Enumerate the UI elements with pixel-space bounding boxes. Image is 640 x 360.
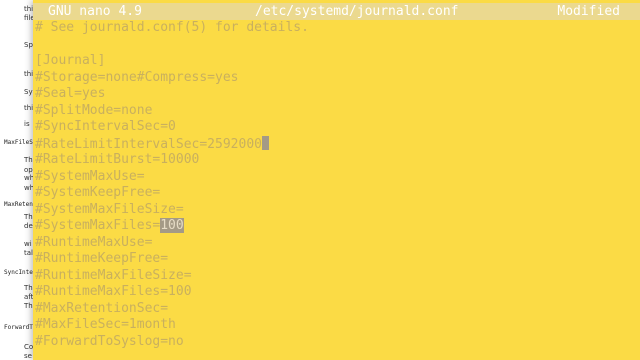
editor-line-text: #SystemMaxFiles= <box>35 218 161 233</box>
manpage-line: Th <box>24 213 33 221</box>
editor-line: #SyncIntervalSec=0 <box>33 119 640 136</box>
editor-line: #ForwardToSyslog=no <box>33 334 640 351</box>
editor-line: #Seal=yes <box>33 86 640 103</box>
editor-line: #RuntimeMaxUse= <box>33 235 640 252</box>
editor-line-text: #RuntimeMaxFileSize= <box>35 267 192 283</box>
manpage-line: ForwardT <box>4 324 33 331</box>
editor-line-text: #RuntimeKeepFree= <box>35 251 169 266</box>
manpage-line: Th <box>24 284 33 292</box>
manpage-line: Th <box>24 156 33 164</box>
manpage-line: is <box>24 120 30 128</box>
editor-line: #RuntimeMaxFiles=100 <box>33 284 640 301</box>
modified-status: Modified <box>557 4 620 19</box>
editor-line-text: #MaxRetentionSec= <box>35 300 169 316</box>
editor-line: [Journal] <box>33 53 640 70</box>
manpage-line: Th <box>24 302 33 310</box>
editor-line-text: #SystemMaxUse= <box>35 168 145 184</box>
editor-line-text: # See journald.conf(5) for details. <box>35 20 309 35</box>
text-cursor <box>261 135 269 150</box>
file-path: /etc/systemd/journald.conf <box>255 4 459 19</box>
editor-line-text: #SystemMaxFileSize= <box>35 201 184 217</box>
editor-line: #SystemKeepFree= <box>33 185 640 202</box>
selected-text[interactable]: 100 <box>160 218 184 233</box>
editor-line-text: #SplitMode=none <box>35 102 153 118</box>
editor-line: #RuntimeKeepFree= <box>33 251 640 268</box>
editor-line: #SplitMode=none <box>33 103 640 120</box>
editor-text-area[interactable]: # See journald.conf(5) for details. [Jour… <box>33 20 640 350</box>
editor-line-text: #ForwardToSyslog=no <box>35 333 184 349</box>
editor-line: #SystemMaxFileSize= <box>33 202 640 219</box>
editor-line: #MaxRetentionSec= <box>33 301 640 318</box>
manpage-line: SyncInte <box>4 269 33 276</box>
editor-line-text: #RuntimeMaxUse= <box>35 234 153 250</box>
app-name: GNU nano 4.9 <box>48 4 142 19</box>
editor-line: #RateLimitBurst=10000 <box>33 152 640 169</box>
editor-line-text: #Storage=none#Compress=yes <box>35 69 239 85</box>
manpage-line: se <box>24 352 32 360</box>
manpage-line: Sp <box>24 41 33 49</box>
editor-line-text: #RuntimeMaxFiles=100 <box>35 284 192 299</box>
manpage-line: aft <box>24 293 34 301</box>
manpage-line: MaxFileS <box>4 139 33 146</box>
editor-line-text: #SyncIntervalSec=0 <box>35 119 176 134</box>
editor-line: #Storage=none#Compress=yes <box>33 70 640 87</box>
manpage-line: de <box>24 222 33 230</box>
manpage-line: Co <box>24 343 34 351</box>
editor-line: #RateLimitIntervalSec=2592000 <box>33 135 640 153</box>
editor-line-text: #MaxFileSec=1month <box>35 317 176 332</box>
editor-line-text: #RateLimitBurst=10000 <box>35 152 200 167</box>
manpage-line: thi <box>24 104 34 112</box>
editor-line: #SystemMaxFiles=100 <box>33 218 640 235</box>
manpage-line: MaxReten <box>4 201 33 208</box>
manpage-line: wi <box>24 240 32 248</box>
editor-line-text: #SystemKeepFree= <box>35 185 161 200</box>
nano-title-bar: GNU nano 4.9 /etc/systemd/journald.conf … <box>33 3 640 20</box>
editor-line: #RuntimeMaxFileSize= <box>33 268 640 285</box>
manpage-line: tal <box>24 249 33 257</box>
editor-line-text: [Journal] <box>35 53 106 68</box>
nano-terminal-window[interactable]: GNU nano 4.9 /etc/systemd/journald.conf … <box>33 0 640 360</box>
editor-line: # See journald.conf(5) for details. <box>33 20 640 37</box>
editor-line: #SystemMaxUse= <box>33 169 640 186</box>
manpage-line: thi <box>24 5 34 13</box>
editor-line: #MaxFileSec=1month <box>33 317 640 334</box>
editor-line-text: #Seal=yes <box>35 86 106 101</box>
editor-line-text: #RateLimitIntervalSec=2592000 <box>35 136 262 152</box>
manpage-line: thi <box>24 70 34 78</box>
